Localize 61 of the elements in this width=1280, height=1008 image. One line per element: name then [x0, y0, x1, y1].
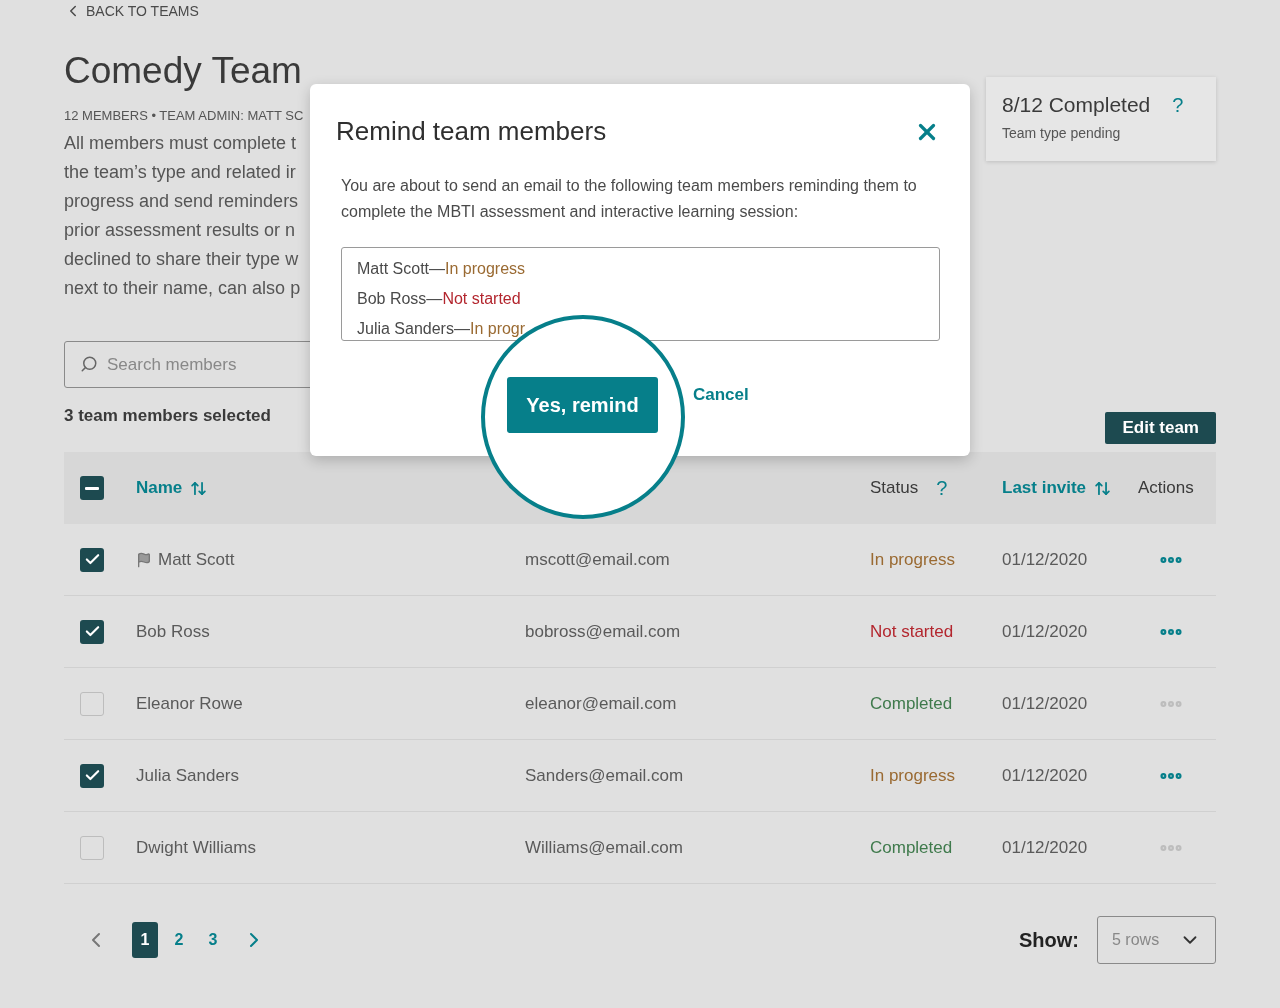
member-name: Matt Scott	[158, 549, 235, 570]
row-checkbox[interactable]	[80, 691, 104, 716]
team-type-status: Team type pending	[1002, 125, 1122, 141]
row-checkbox[interactable]	[80, 835, 104, 860]
row-checkbox[interactable]	[80, 547, 104, 572]
member-email: bobross@email.com	[525, 621, 682, 642]
recipient-entry: Matt Scott—In progress	[357, 259, 527, 279]
recipient-entry: Bob Ross—Not started	[357, 289, 522, 309]
description-line: progress and send reminders	[64, 190, 300, 213]
member-status: In progress	[870, 549, 957, 570]
row-checkbox[interactable]	[80, 619, 104, 644]
completed-count: 8/12 Completed	[1002, 93, 1151, 117]
member-name: Eleanor Rowe	[136, 693, 243, 714]
description-line: declined to share their type w	[64, 248, 300, 271]
status-header: Status	[870, 478, 919, 498]
help-icon[interactable]: ?	[936, 476, 948, 500]
team-meta: 12 MEMBERS • TEAM ADMIN: MATT SC	[64, 108, 304, 123]
member-status: Completed	[870, 837, 954, 858]
last-invite-date: 01/12/2020	[1002, 549, 1089, 570]
member-status: Not started	[870, 621, 955, 642]
actions-header: Actions	[1138, 478, 1194, 498]
page-button[interactable]: 3	[200, 922, 226, 958]
member-email: eleanor@email.com	[525, 693, 678, 714]
dialog-title: Remind team members	[336, 116, 607, 147]
minus-icon	[85, 486, 99, 490]
help-icon[interactable]: ?	[1172, 93, 1184, 117]
last-invite-date: 01/12/2020	[1002, 621, 1089, 642]
member-email: Sanders@email.com	[525, 765, 685, 786]
page-button[interactable]: 1	[132, 922, 158, 958]
selection-summary: 3 team members selected	[64, 406, 271, 426]
cancel-link[interactable]: Cancel	[693, 385, 749, 405]
member-status: In progress	[870, 765, 957, 786]
dialog-message: You are about to send an email to the following team members reminding them to complete the MBTI assessment and interactive learning session:	[341, 176, 918, 222]
sort-icon	[190, 479, 208, 497]
team-title: Comedy Team	[64, 50, 303, 92]
description-line: prior assessment results or n	[64, 219, 297, 242]
last-invite-date: 01/12/2020	[1002, 765, 1089, 786]
search-icon	[80, 355, 98, 373]
sort-icon	[1094, 479, 1112, 497]
description-line: All members must complete t	[64, 132, 298, 155]
back-link[interactable]: BACK TO TEAMS	[64, 2, 199, 20]
member-email: Williams@email.com	[525, 837, 684, 858]
member-name: Bob Ross	[136, 621, 210, 642]
member-email: mscott@email.com	[525, 549, 671, 570]
name-header[interactable]: Name	[136, 478, 208, 498]
member-name: Dwight Williams	[136, 837, 256, 858]
member-name: Julia Sanders	[136, 765, 239, 786]
confirm-button[interactable]: Yes, remind	[507, 377, 658, 433]
member-status: Completed	[870, 693, 954, 714]
edit-team-button[interactable]: Edit team	[1105, 412, 1216, 444]
last-invite-date: 01/12/2020	[1002, 693, 1089, 714]
rows-select[interactable]: 5 rows	[1097, 916, 1216, 964]
show-label: Show:	[1019, 928, 1079, 952]
recipient-entry: Julia Sanders—In progr	[357, 319, 527, 339]
select-all-checkbox[interactable]	[80, 476, 104, 500]
last-invite-header[interactable]: Last invite	[1002, 478, 1112, 498]
row-checkbox[interactable]	[80, 763, 104, 788]
last-invite-date: 01/12/2020	[1002, 837, 1089, 858]
page-button[interactable]: 2	[166, 922, 192, 958]
description-line: the team’s type and related ir	[64, 161, 297, 184]
description-line: next to their name, can also p	[64, 277, 302, 300]
